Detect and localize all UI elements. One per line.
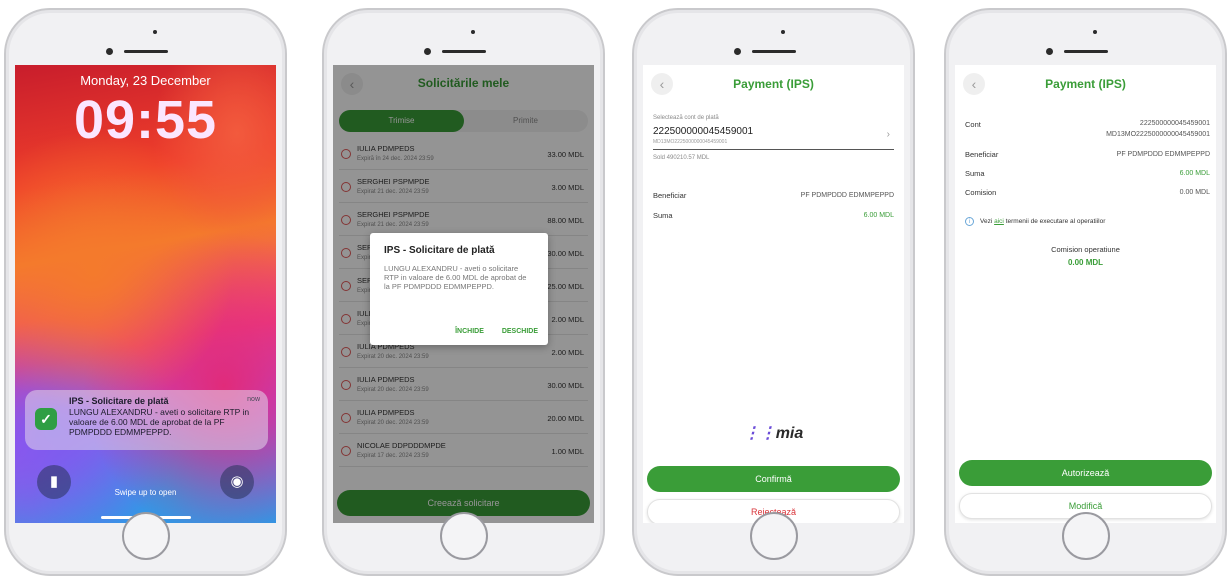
payment-request-dialog: IPS - Solicitare de plată LUNGU ALEXANDR… [370,233,548,345]
open-button[interactable]: DESCHIDE [502,328,538,335]
dialog-actions: ÎNCHIDE DESCHIDE [439,328,538,335]
notification-time: now [247,396,260,403]
balance: Sold 490210.57 MDL [653,155,710,161]
phone-authorize: ‹ Payment (IPS) Cont 222500000045459001 … [944,8,1227,576]
speaker [1063,50,1108,53]
speaker [123,50,168,53]
lock-screen: Monday, 23 December 09:55 ✓ IPS - Solici… [15,65,276,523]
app-icon: ✓ [35,408,57,430]
payment-screen: ‹ Payment (IPS) Selectează cont de plată… [643,65,904,523]
speaker [441,50,486,53]
dialog-title: IPS - Solicitare de plată [384,245,495,256]
account-select-label: Selectează cont de plată [653,115,719,121]
front-camera [733,48,741,55]
mia-logo: ⋮⋮mia [643,423,904,443]
lock-date: Monday, 23 December [80,73,211,88]
account-selector[interactable]: 222500000045459001 [653,126,753,137]
terms-link[interactable]: aici [994,218,1004,225]
front-camera [423,48,431,55]
account-iban: MD13MO2225000000045459001 [1106,131,1210,138]
amount-label: Suma [965,169,985,178]
terms-info-post: termenii de executare al operatiilor [1005,218,1106,225]
beneficiary-value: PF PDMPDDD EDMMPEPPD [800,192,894,199]
authorize-button[interactable]: Autorizează [959,460,1212,486]
notification-title: IPS - Solicitare de plată [69,396,169,406]
speaker [751,50,796,53]
beneficiary-value: PF PDMPDDD EDMMPEPPD [1116,151,1210,158]
push-notification[interactable]: ✓ IPS - Solicitare de plată now LUNGU AL… [25,390,268,450]
notification-body: LUNGU ALEXANDRU - aveti o solicitare RTP… [69,407,250,437]
home-button[interactable] [121,512,170,560]
front-camera [1045,48,1053,55]
info-icon: i [965,217,974,226]
sensor [1092,30,1097,34]
authorize-screen: ‹ Payment (IPS) Cont 222500000045459001 … [955,65,1216,523]
terms-info: i Vezi aici termenii de executare al oper… [965,217,1105,226]
operation-fee-label: Comision operatiune [1051,245,1120,254]
account-iban: MD13MO2225000000045459001 [653,139,728,145]
screenshot: Monday, 23 December 09:55 ✓ IPS - Solici… [0,0,1229,577]
phone-payment: ‹ Payment (IPS) Selectează cont de plată… [632,8,915,576]
amount-value: 6.00 MDL [863,212,894,219]
page-title: Payment (IPS) [733,77,814,91]
beneficiary-label: Beneficiar [653,191,687,200]
page-title: Payment (IPS) [1045,77,1126,91]
amount-value: 6.00 MDL [1179,170,1210,177]
mia-logo-text: mia [775,425,804,442]
dialog-body: LUNGU ALEXANDRU - aveti o solicitare RTP… [384,264,527,291]
chevron-right-icon[interactable]: › [887,129,890,140]
account-label: Cont [965,120,981,129]
requests-screen: ‹ Solicitările mele Trimise Primite IULI… [333,65,594,523]
swipe-hint: Swipe up to open [114,488,177,497]
sensor [470,30,475,34]
fee-label: Comision [965,188,997,197]
home-button[interactable] [1061,512,1110,560]
operation-fee-value: 0.00 MDL [1067,258,1104,267]
home-button[interactable] [749,512,798,560]
front-camera [105,48,113,55]
account-value: 222500000045459001 [1139,120,1210,127]
fee-value: 0.00 MDL [1179,189,1210,196]
divider [653,149,894,150]
sensor [152,30,157,34]
sensor [780,30,785,34]
close-button[interactable]: ÎNCHIDE [455,328,484,335]
amount-label: Suma [653,211,673,220]
mia-logo-mark: ⋮⋮ [743,425,776,442]
terms-info-pre: Vezi [980,218,993,225]
lock-time: 09:55 [73,90,218,150]
phone-requests: ‹ Solicitările mele Trimise Primite IULI… [322,8,605,576]
confirm-button[interactable]: Confirmă [647,466,900,492]
home-button[interactable] [439,512,488,560]
phone-lockscreen: Monday, 23 December 09:55 ✓ IPS - Solici… [4,8,287,576]
beneficiary-label: Beneficiar [965,150,999,159]
